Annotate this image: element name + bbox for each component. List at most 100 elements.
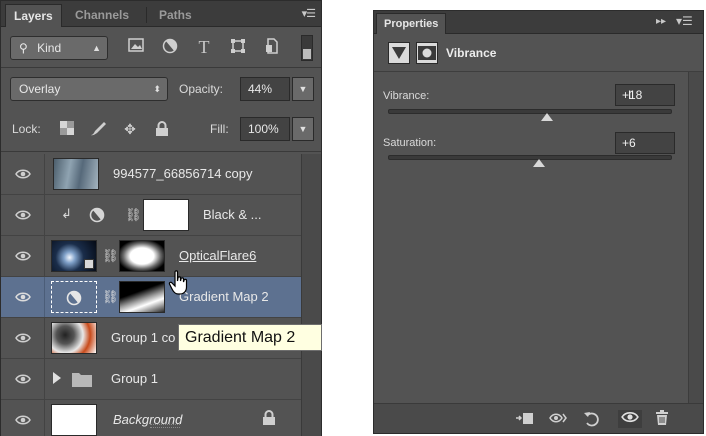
layers-scrollbar[interactable] (301, 154, 321, 436)
properties-header: Properties ▸▸ ▾☰ (374, 11, 703, 34)
opacity-label: Opacity: (179, 82, 224, 96)
properties-scrollbar[interactable] (688, 72, 703, 407)
blend-mode-value: Overlay (19, 82, 61, 96)
opacity-dropdown-button[interactable]: ▼ (292, 77, 314, 101)
saturation-slider-track[interactable] (388, 155, 672, 160)
clipping-arrow-icon: ↲ (61, 206, 72, 221)
visibility-cell[interactable] (1, 154, 45, 194)
tab-paths[interactable]: Paths (151, 4, 200, 27)
properties-panel: Properties ▸▸ ▾☰ Vibrance Vibrance: +18 … (373, 10, 704, 434)
layer-thumbnail (51, 281, 97, 313)
layers-list: 994577_66856714 copy ↲ ⛓ Black & ... ⛓ O… (1, 154, 301, 436)
eye-icon (15, 169, 31, 179)
filter-toggle-switch[interactable] (301, 35, 313, 61)
eye-icon (15, 292, 31, 302)
gradient-map-icon (66, 290, 82, 306)
tab-channels[interactable]: Channels (67, 4, 137, 27)
layer-mask-thumbnail (119, 240, 165, 272)
lock-label: Lock: (12, 122, 41, 136)
layer-name[interactable]: OpticalFlare6 (179, 248, 256, 264)
adjustment-title: Vibrance (446, 46, 497, 60)
layers-tabbar: Layers Channels Paths ▾☰ (1, 1, 321, 27)
opacity-field[interactable]: 44% (240, 77, 290, 101)
layer-name-tooltip: Gradient Map 2 (178, 324, 322, 351)
pixel-layer-filter-icon[interactable] (127, 38, 145, 57)
mask-link-icon[interactable]: ⛓ (125, 207, 142, 223)
layer-thumbnail (53, 158, 99, 190)
layer-row-selected[interactable]: ⛓ Gradient Map 2 (1, 277, 301, 318)
updown-arrows-icon: ▲ (92, 43, 101, 53)
eye-icon (15, 374, 31, 384)
eye-icon (15, 333, 31, 343)
filter-toggle-knob (303, 49, 311, 59)
layer-mask-icon[interactable] (416, 42, 438, 64)
blend-mode-dropdown[interactable]: Overlay ⬍ (10, 77, 168, 101)
clip-to-layer-icon[interactable] (514, 410, 534, 428)
lock-image-pixels-icon[interactable] (89, 121, 107, 140)
saturation-slider-thumb[interactable] (532, 159, 545, 167)
layer-name[interactable]: Gradient Map 2 (179, 289, 269, 305)
smart-object-badge-icon (84, 259, 94, 269)
fill-dropdown-button[interactable]: ▼ (292, 117, 314, 141)
layer-name[interactable]: 994577_66856714 copy (113, 166, 253, 182)
hand-cursor-icon (168, 270, 188, 295)
collapse-panel-icon[interactable]: ▸▸ (656, 16, 666, 27)
layer-row[interactable]: 994577_66856714 copy (1, 154, 301, 195)
search-icon: ⚲ (19, 41, 28, 55)
type-layer-filter-icon[interactable]: T (195, 38, 213, 56)
layer-row[interactable]: Background (1, 400, 301, 436)
folder-icon (72, 373, 92, 387)
delete-icon[interactable] (652, 410, 672, 428)
layer-thumbnail (51, 322, 97, 354)
visibility-cell[interactable] (1, 277, 45, 317)
mask-link-icon[interactable]: ⛓ (102, 289, 119, 305)
toggle-visibility-icon[interactable] (618, 410, 642, 428)
shape-layer-filter-icon[interactable] (229, 38, 247, 59)
properties-footer (374, 403, 703, 433)
layer-row[interactable]: ⛓ OpticalFlare6 (1, 236, 301, 277)
expand-group-icon[interactable] (53, 372, 61, 384)
lock-position-icon[interactable]: ✥ (121, 121, 139, 137)
vibrance-adjustment-icon (388, 42, 410, 64)
layer-thumbnail (51, 240, 97, 272)
lock-all-icon[interactable] (153, 121, 171, 140)
tab-layers[interactable]: Layers (5, 4, 62, 27)
panel-resize-grip[interactable] (150, 424, 180, 428)
saturation-field[interactable]: +6 (615, 132, 675, 154)
layer-mask-thumbnail (143, 199, 189, 231)
layer-row[interactable]: Group 1 (1, 359, 301, 400)
smart-object-filter-icon[interactable] (263, 38, 281, 59)
layer-mask-thumbnail (119, 281, 165, 313)
panel-menu-icon[interactable]: ▾☰ (676, 14, 693, 28)
reset-icon[interactable] (582, 410, 602, 428)
adjustment-layer-filter-icon[interactable] (161, 38, 179, 59)
visibility-cell[interactable] (1, 195, 45, 235)
view-previous-state-icon[interactable] (548, 410, 568, 428)
visibility-cell[interactable] (1, 318, 45, 358)
mask-link-icon[interactable]: ⛓ (102, 248, 119, 264)
visibility-cell[interactable] (1, 359, 45, 399)
adjustment-layer-icon (89, 207, 105, 223)
layer-row[interactable]: ↲ ⛓ Black & ... (1, 195, 301, 236)
eye-icon (15, 210, 31, 220)
visibility-cell[interactable] (1, 236, 45, 276)
lock-transparent-pixels-icon[interactable] (58, 121, 76, 138)
vibrance-field[interactable]: +18 (615, 84, 675, 106)
filter-kind-dropdown[interactable]: ⚲ Kind ▲ (10, 36, 108, 60)
visibility-cell[interactable] (1, 400, 45, 436)
fill-label: Fill: (210, 122, 229, 136)
options-divider (1, 151, 321, 152)
tab-properties[interactable]: Properties (376, 13, 447, 34)
saturation-label: Saturation: (383, 137, 437, 149)
layers-panel: Layers Channels Paths ▾☰ ⚲ Kind ▲ T Over… (0, 0, 322, 436)
eye-icon (15, 415, 31, 425)
fill-field[interactable]: 100% (240, 117, 290, 141)
layer-name[interactable]: Black & ... (203, 207, 262, 223)
layer-thumbnail (51, 404, 97, 436)
layer-name[interactable]: Group 1 co (111, 330, 175, 346)
layer-name[interactable]: Group 1 (111, 371, 158, 387)
properties-topbar: Vibrance (374, 34, 703, 72)
vibrance-slider-track[interactable] (388, 109, 672, 114)
vibrance-slider-thumb[interactable] (541, 113, 554, 121)
panel-menu-icon[interactable]: ▾☰ (302, 7, 316, 21)
